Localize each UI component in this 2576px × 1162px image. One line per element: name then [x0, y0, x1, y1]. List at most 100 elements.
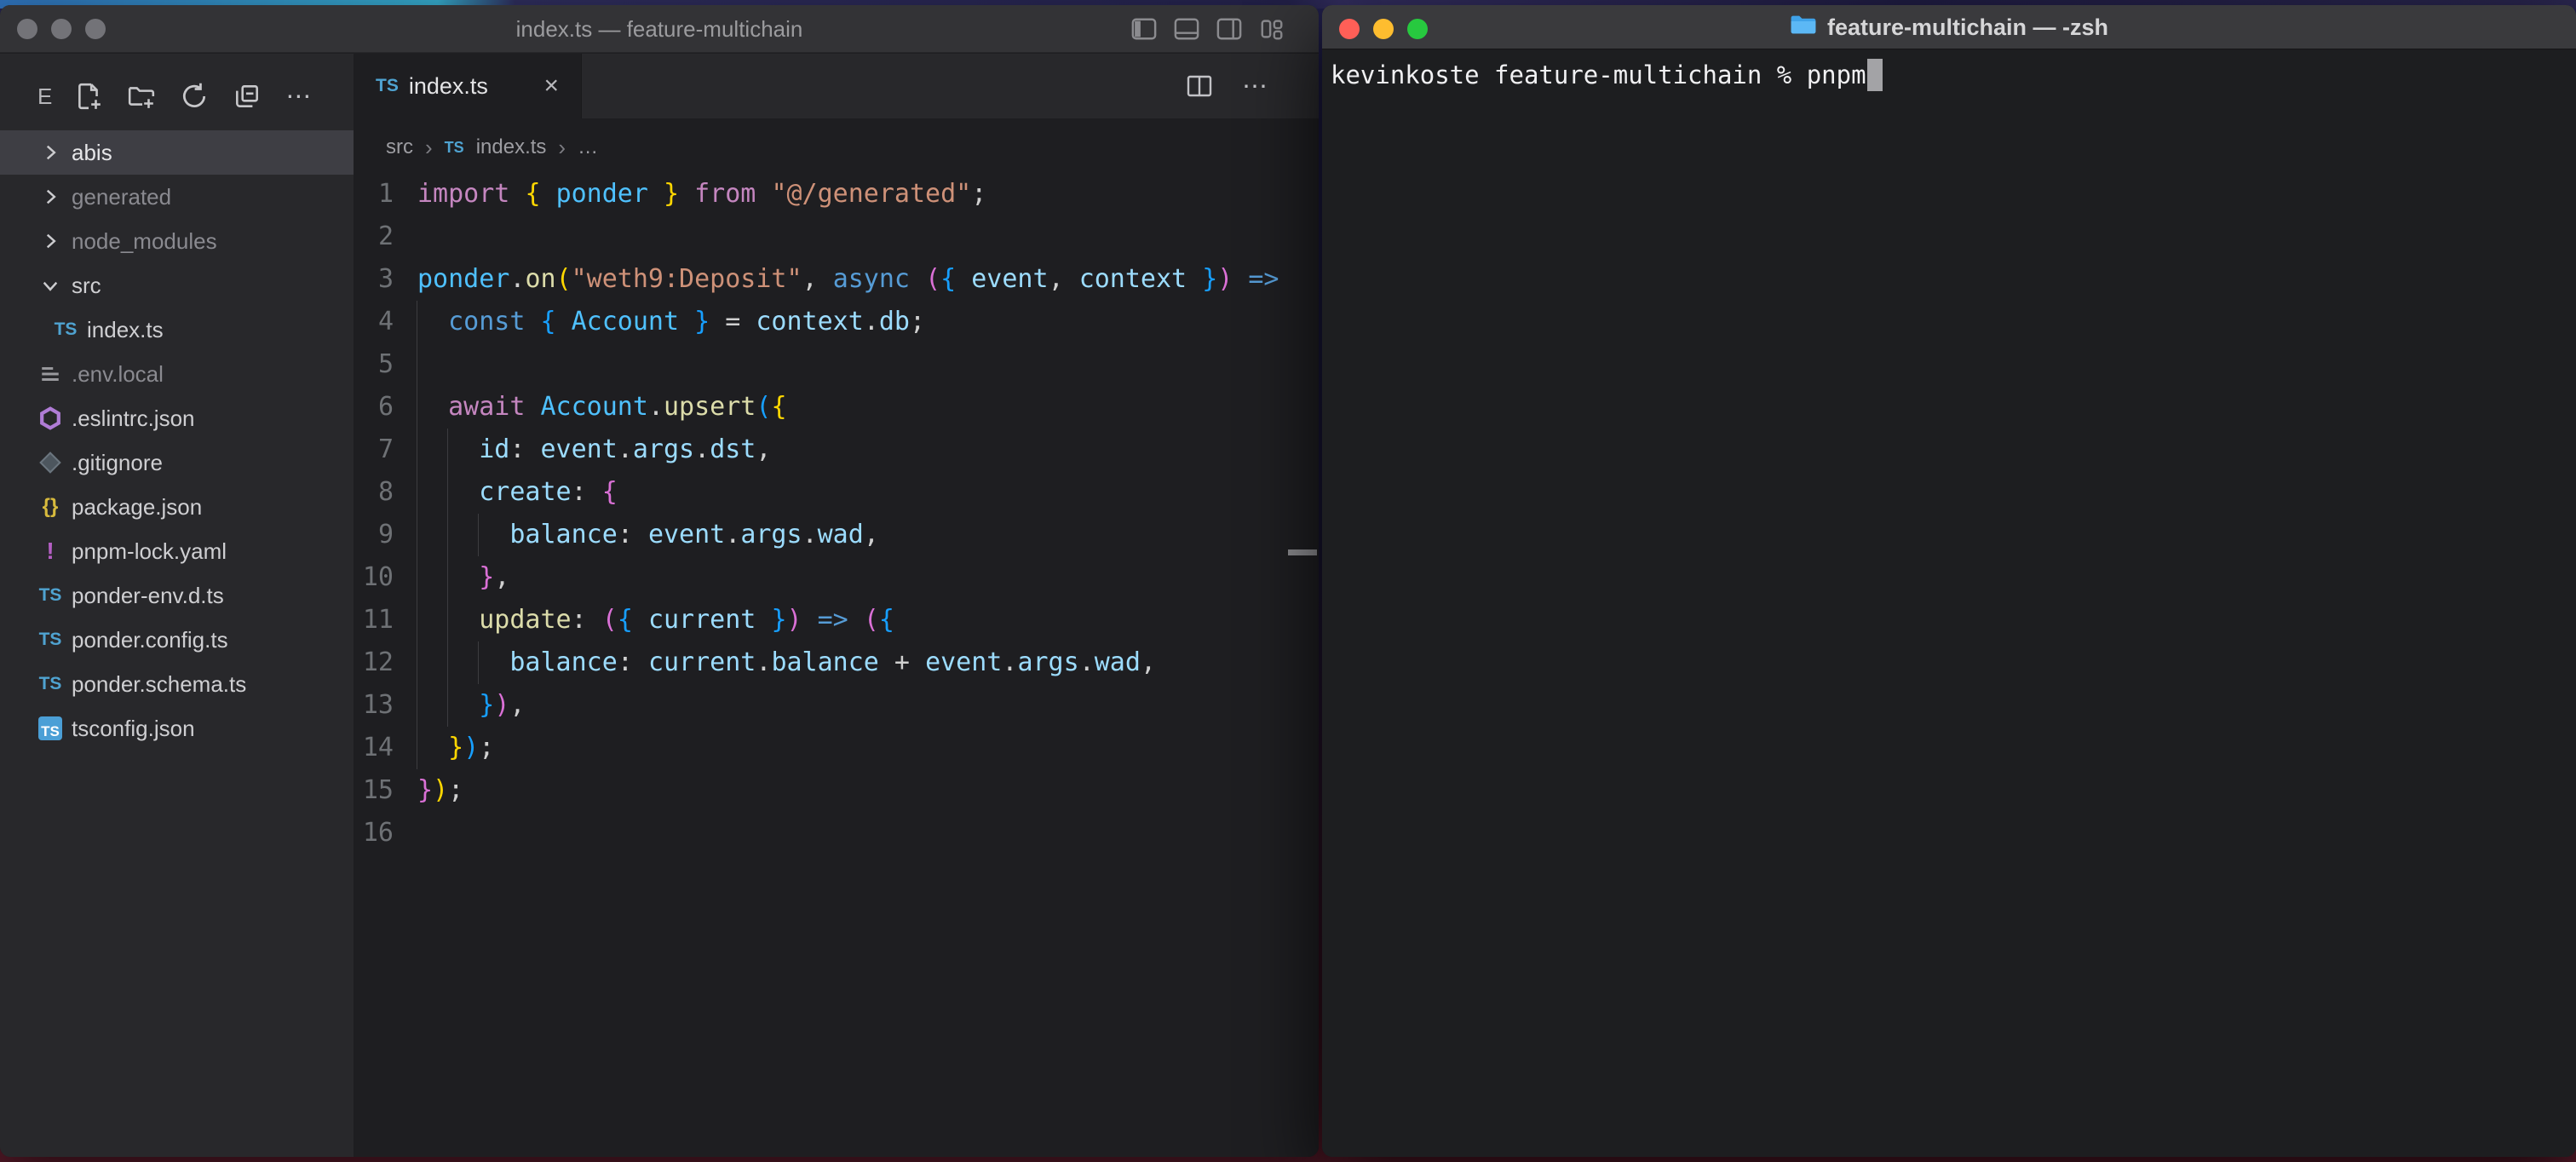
- toggle-panel-icon[interactable]: [1174, 16, 1199, 42]
- explorer-item--gitignore[interactable]: .gitignore: [0, 440, 354, 485]
- terminal-prompt-text: kevinkoste feature-multichain % pnpm: [1331, 60, 1866, 89]
- new-folder-icon[interactable]: [127, 82, 156, 111]
- line-number: 8: [354, 471, 394, 514]
- chevron-right-icon: [36, 186, 65, 208]
- file-name: node_modules: [72, 228, 217, 255]
- line-number: 16: [354, 812, 394, 854]
- code-line-8[interactable]: 8 create: {: [354, 471, 1319, 514]
- breadcrumb-separator-icon: ›: [425, 135, 433, 161]
- scrollbar-mark[interactable]: [1288, 549, 1317, 555]
- typescript-file-icon: TS: [39, 585, 62, 606]
- new-file-icon[interactable]: [74, 82, 103, 111]
- chevron-right-icon: [36, 141, 65, 164]
- code-line-12[interactable]: 12 balance: current.balance + event.args…: [354, 641, 1319, 684]
- typescript-file-icon: TS: [55, 319, 78, 340]
- explorer-item-abis[interactable]: abis: [0, 130, 354, 175]
- file-icon: TS: [36, 674, 65, 694]
- line-number: 12: [354, 641, 394, 684]
- terminal-titlebar[interactable]: feature-multichain — -zsh: [1322, 5, 2576, 49]
- explorer-item-ponder-env-d-ts[interactable]: TS ponder-env.d.ts: [0, 573, 354, 618]
- file-icon: [36, 455, 65, 470]
- typescript-file-icon: TS: [39, 674, 62, 694]
- yaml-file-icon: !: [46, 538, 54, 565]
- file-icon: [36, 363, 65, 385]
- editor-tabstrip: TS index.ts × ⋯: [354, 54, 1319, 118]
- explorer-item-ponder-schema-ts[interactable]: TS ponder.schema.ts: [0, 662, 354, 706]
- chevron-right-icon: [36, 230, 65, 252]
- refresh-explorer-icon[interactable]: [180, 82, 209, 111]
- toggle-secondary-sidebar-icon[interactable]: [1216, 16, 1242, 42]
- breadcrumb[interactable]: src › TS index.ts › …: [386, 129, 598, 166]
- code-line-14[interactable]: 14 });: [354, 727, 1319, 769]
- file-name: tsconfig.json: [72, 716, 195, 742]
- vscode-window: index.ts — feature-multichain E: [0, 5, 1319, 1157]
- file-name: package.json: [72, 494, 202, 521]
- customize-layout-icon[interactable]: [1259, 16, 1285, 42]
- code-line-16[interactable]: 16: [354, 812, 1319, 854]
- line-number: 5: [354, 343, 394, 386]
- file-icon: TS: [36, 716, 65, 740]
- indent-guide: [447, 429, 448, 727]
- code-line-3[interactable]: 3ponder.on("weth9:Deposit", async ({ eve…: [354, 258, 1319, 301]
- close-tab-icon[interactable]: ×: [538, 72, 564, 101]
- code-editor[interactable]: 1import { ponder } from "@/generated";23…: [354, 173, 1319, 854]
- code-line-6[interactable]: 6 await Account.upsert({: [354, 386, 1319, 429]
- line-number: 14: [354, 727, 394, 769]
- file-icon: {}: [36, 495, 65, 519]
- explorer-toolbar: E ⋯: [0, 78, 354, 115]
- explorer-item-ponder-config-ts[interactable]: TSponder.config.ts: [0, 618, 354, 662]
- code-line-2[interactable]: 2: [354, 216, 1319, 258]
- tsconfig-file-icon: TS: [38, 716, 62, 740]
- vscode-titlebar[interactable]: index.ts — feature-multichain: [0, 5, 1319, 53]
- file-icon: TS: [51, 319, 80, 340]
- terminal-body[interactable]: kevinkoste feature-multichain % pnpm: [1322, 50, 2576, 1157]
- terminal-cursor: [1867, 59, 1883, 91]
- line-number: 7: [354, 429, 394, 471]
- explorer-item-src[interactable]: src: [0, 263, 354, 308]
- code-line-11[interactable]: 11 update: ({ current }) => ({: [354, 599, 1319, 641]
- file-name: ponder.schema.ts: [72, 671, 246, 698]
- explorer-more-actions-icon[interactable]: ⋯: [285, 82, 311, 112]
- explorer-item-tsconfig-json[interactable]: TS tsconfig.json: [0, 706, 354, 751]
- explorer-item-node-modules[interactable]: node_modules: [0, 219, 354, 263]
- file-icon: TS: [36, 630, 65, 650]
- breadcrumb-folder[interactable]: src: [386, 135, 413, 159]
- code-line-13[interactable]: 13 }),: [354, 684, 1319, 727]
- code-line-15[interactable]: 15});: [354, 769, 1319, 812]
- toggle-primary-sidebar-icon[interactable]: [1131, 16, 1157, 42]
- file-name: abis: [72, 140, 112, 166]
- code-line-7[interactable]: 7 id: event.args.dst,: [354, 429, 1319, 471]
- file-name: .eslintrc.json: [72, 406, 195, 432]
- collapse-folders-icon[interactable]: [233, 82, 262, 111]
- editor-area[interactable]: TS index.ts × ⋯ src › TS index.ts › … 1i…: [354, 54, 1319, 1157]
- explorer-item--eslintrc-json[interactable]: .eslintrc.json: [0, 396, 354, 440]
- explorer-item-index-ts[interactable]: TS index.ts: [0, 308, 354, 352]
- breadcrumb-file[interactable]: index.ts: [476, 135, 547, 159]
- editor-more-actions-icon[interactable]: ⋯: [1242, 72, 1268, 101]
- indent-guide: [478, 514, 479, 556]
- split-editor-icon[interactable]: [1186, 72, 1213, 100]
- code-line-4[interactable]: 4 const { Account } = context.db;: [354, 301, 1319, 343]
- explorer-item-package-json[interactable]: {} package.json: [0, 485, 354, 529]
- explorer-header: E: [37, 83, 52, 110]
- code-line-1[interactable]: 1import { ponder } from "@/generated";: [354, 173, 1319, 216]
- code-line-10[interactable]: 10 },: [354, 556, 1319, 599]
- code-line-9[interactable]: 9 balance: event.args.wad,: [354, 514, 1319, 556]
- typescript-file-icon: TS: [445, 139, 464, 157]
- breadcrumb-symbol[interactable]: …: [578, 135, 598, 159]
- tab-index-ts[interactable]: TS index.ts ×: [354, 54, 582, 118]
- explorer-item--env-local[interactable]: .env.local: [0, 352, 354, 396]
- chevron-down-icon: [36, 274, 65, 296]
- git-file-icon: [39, 452, 60, 473]
- typescript-file-icon: TS: [39, 630, 62, 650]
- file-name: pnpm-lock.yaml: [72, 538, 227, 565]
- file-name: generated: [72, 184, 171, 210]
- code-line-5[interactable]: 5: [354, 343, 1319, 386]
- file-name: ponder-env.d.ts: [72, 583, 224, 609]
- explorer-item-generated[interactable]: generated: [0, 175, 354, 219]
- explorer-item-pnpm-lock-yaml[interactable]: ! pnpm-lock.yaml: [0, 529, 354, 573]
- explorer-file-list: abis generated node_modulessrc TS index.ts .e…: [0, 130, 354, 751]
- file-icon: TS: [36, 585, 65, 606]
- line-number: 11: [354, 599, 394, 641]
- file-name: index.ts: [87, 317, 164, 343]
